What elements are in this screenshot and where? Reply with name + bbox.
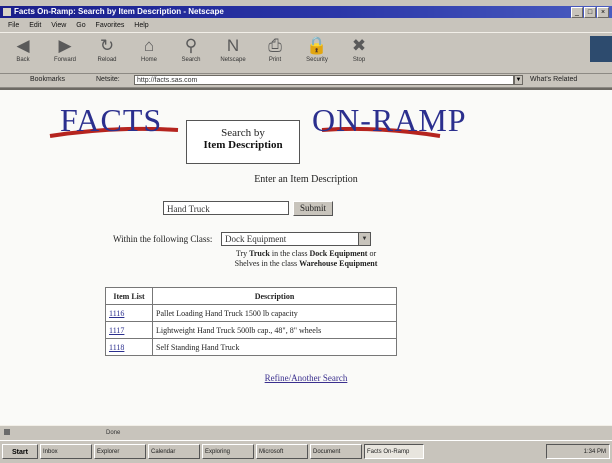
taskbar-item[interactable]: Inbox [40,444,92,459]
taskbar-item-active[interactable]: Facts On-Ramp [364,444,424,459]
print-icon: ⎙ [268,36,282,55]
table-row: 1116 Pallet Loading Hand Truck 1500 lb c… [105,304,397,322]
menu-edit[interactable]: Edit [29,22,41,29]
maximize-button[interactable]: □ [584,7,596,18]
whats-related-button[interactable]: What's Related [530,73,577,87]
submit-button[interactable]: Submit [293,201,333,216]
navigation-toolbar: ◀ Back ▶ Forward ↻ Reload ⌂ Home ⚲ Search N Ne… [0,32,612,74]
browser-window: Facts On-Ramp: Search by Item Descriptio… [0,0,612,463]
taskbar-item[interactable]: Calendar [148,444,200,459]
back-arrow-icon: ◀ [16,36,30,55]
menu-file[interactable]: File [8,22,19,29]
stop-button[interactable]: ✖ Stop [342,35,376,69]
system-tray-clock: 1:34 PM [546,444,610,459]
menu-view[interactable]: View [51,22,66,29]
column-header-item-list: Item List [105,287,153,305]
heading-line-2: Item Description [203,139,283,151]
brand-right-logo: ON-RAMP [312,102,467,138]
bookmarks-button[interactable]: Bookmarks [30,73,65,87]
chevron-down-icon[interactable]: ▼ [358,233,370,245]
address-bar: Bookmarks Netsite: http://facts.sas.com … [0,73,612,88]
search-instruction: Enter an Item Description [254,174,358,185]
column-header-description: Description [152,287,397,305]
status-bar: Done [0,425,612,440]
status-text: Done [106,430,121,436]
lock-icon: 🔒 [306,36,328,55]
hint-line-1: Try Truck in the class Dock Equipment or [235,249,377,258]
class-select-value: Dock Equipment [225,234,287,244]
back-button[interactable]: ◀ Back [6,35,40,69]
brand-left-logo: FACTS [60,102,163,138]
taskbar-item[interactable]: Explorer [94,444,146,459]
class-select[interactable]: Dock Equipment ▼ [221,232,371,246]
heading-line-1: Search by [221,127,265,139]
item-link[interactable]: 1118 [105,338,153,356]
netscape-icon: N [226,36,240,55]
page-heading-box: Search by Item Description [186,120,300,164]
item-description: Self Standing Hand Truck [152,338,397,356]
menu-go[interactable]: Go [76,22,85,29]
location-label: Netsite: [96,76,120,83]
forward-button[interactable]: ▶ Forward [48,35,82,69]
item-link[interactable]: 1116 [105,304,153,322]
item-description: Pallet Loading Hand Truck 1500 lb capaci… [152,304,397,322]
start-button[interactable]: Start [2,444,38,459]
security-button[interactable]: 🔒 Security [300,35,334,69]
hint-line-2: Shelves in the class Warehouse Equipment [234,259,378,268]
menu-bar: File Edit View Go Favorites Help [0,20,612,31]
taskbar-item[interactable]: Microsoft [256,444,308,459]
page-content: FACTS ON-RAMP Search by Item Description… [0,88,612,425]
reload-button[interactable]: ↻ Reload [90,35,124,69]
search-button[interactable]: ⚲ Search [174,35,208,69]
title-bar: Facts On-Ramp: Search by Item Descriptio… [0,6,612,18]
refine-search-link[interactable]: Refine/Another Search [0,373,612,383]
home-button[interactable]: ⌂ Home [132,35,166,69]
netscape-button[interactable]: N Netscape [216,35,250,69]
search-input[interactable]: Hand Truck [163,201,289,215]
url-field[interactable]: http://facts.sas.com [134,75,514,85]
app-icon [3,8,11,16]
item-description: Lightweight Hand Truck 500lb cap., 48", … [152,321,397,339]
stop-icon: ✖ [351,36,367,55]
menu-help[interactable]: Help [134,22,148,29]
search-icon: ⚲ [184,36,198,55]
taskbar-item[interactable]: Exploring [202,444,254,459]
taskbar-item[interactable]: Document [310,444,362,459]
print-button[interactable]: ⎙ Print [258,35,292,69]
reload-icon: ↻ [99,36,115,55]
minimize-button[interactable]: _ [571,7,583,18]
table-row: 1117 Lightweight Hand Truck 500lb cap., … [105,321,397,339]
menu-favorites[interactable]: Favorites [96,22,125,29]
item-link[interactable]: 1117 [105,321,153,339]
class-label: Within the following Class: [113,234,213,244]
table-header-row: Item List Description [105,287,397,305]
status-icon [4,429,10,435]
forward-arrow-icon: ▶ [58,36,72,55]
table-row: 1118 Self Standing Hand Truck [105,338,397,356]
results-table: Item List Description 1116 Pallet Loadin… [105,287,397,356]
url-dropdown-icon[interactable]: ▼ [514,75,523,85]
home-icon: ⌂ [143,36,155,55]
browser-logo [590,36,612,62]
taskbar: Start Inbox Explorer Calendar Exploring … [0,440,612,463]
close-button[interactable]: × [597,7,609,18]
window-title: Facts On-Ramp: Search by Item Descriptio… [14,7,224,16]
